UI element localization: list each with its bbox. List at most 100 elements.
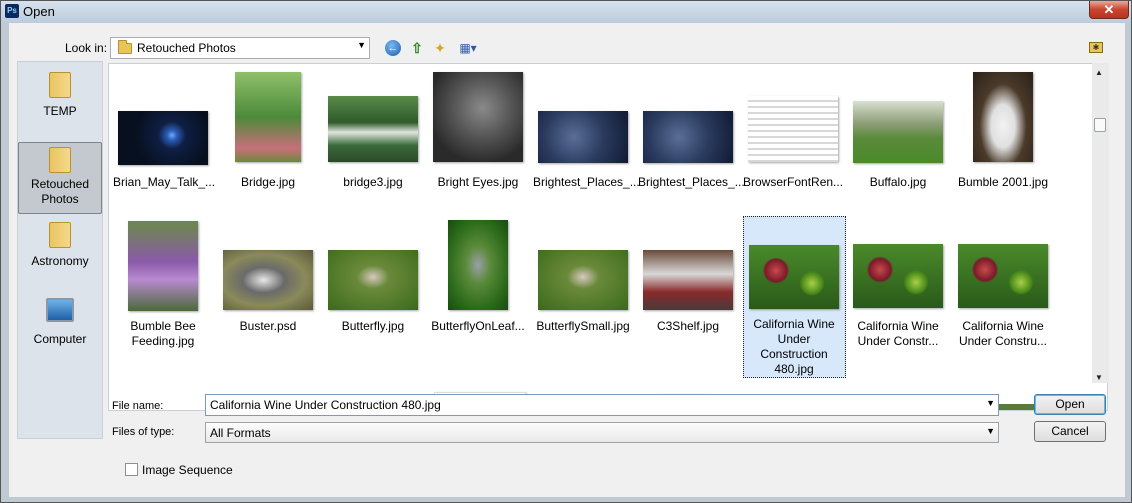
files-of-type-dropdown[interactable]: All Formats ▼ <box>205 422 999 443</box>
file-name: ButterflyOnLeaf... <box>431 319 525 333</box>
file-item[interactable]: ButterflyOnLeaf... <box>428 216 528 381</box>
file-name: California Wine Under Constr... <box>857 319 939 348</box>
place-retouched-photos[interactable]: Retouched Photos <box>18 142 102 214</box>
file-name: Buffalo.jpg <box>869 175 927 189</box>
photoshop-app-icon: Ps <box>5 4 19 18</box>
file-thumbnail <box>643 111 733 163</box>
chevron-down-icon[interactable]: ▼ <box>986 398 995 408</box>
favorite-folder-icon[interactable]: ✱ <box>1089 42 1103 53</box>
file-name: Bright Eyes.jpg <box>437 175 519 189</box>
view-menu-icon[interactable]: ▦▾ <box>455 39 481 57</box>
files-of-type-label: Files of type: <box>112 426 175 438</box>
place-computer[interactable]: Computer <box>18 298 102 352</box>
file-name: C3Shelf.jpg <box>656 319 720 333</box>
file-item[interactable]: Bright Eyes.jpg <box>428 72 528 192</box>
close-button[interactable]: ✕ <box>1089 1 1129 19</box>
file-thumbnail <box>538 250 628 310</box>
chevron-down-icon: ▼ <box>357 40 366 50</box>
places-bar: TEMP Retouched Photos Astronomy Computer <box>17 61 103 439</box>
place-temp[interactable]: TEMP <box>18 70 102 124</box>
dialog-title: Open <box>23 4 55 19</box>
file-item[interactable]: Bumble 2001.jpg <box>953 72 1053 192</box>
look-in-label: Look in: <box>65 41 108 55</box>
file-item[interactable]: Brightest_Places_... <box>533 72 640 192</box>
file-name: Brightest_Places_... <box>638 175 745 189</box>
place-label: Computer <box>33 332 87 346</box>
files-of-type-value: All Formats <box>210 426 271 440</box>
file-item[interactable]: Brian_May_Talk_... <box>113 72 216 192</box>
file-name-value: California Wine Under Construction 480.j… <box>210 398 441 412</box>
file-thumbnail <box>973 72 1033 162</box>
folder-icon <box>118 40 132 54</box>
file-item[interactable]: ButterflySmall.jpg <box>533 216 633 381</box>
file-item[interactable]: BrowserFontRen... <box>743 72 843 192</box>
chevron-down-icon: ▼ <box>986 426 995 436</box>
open-dialog: Ps Open ✕ Look in: Retouched Photos ▼ ← … <box>0 0 1132 503</box>
place-label: Retouched Photos <box>30 177 90 206</box>
scroll-down-icon[interactable]: ▼ <box>1095 373 1103 382</box>
file-name: BrowserFontRen... <box>743 175 844 189</box>
file-name: ButterflySmall.jpg <box>536 319 630 333</box>
file-thumbnail <box>433 72 523 162</box>
image-sequence-label: Image Sequence <box>142 463 233 477</box>
file-name: Bumble 2001.jpg <box>957 175 1049 189</box>
title-bar: Ps Open ✕ <box>1 1 1131 23</box>
file-name-label: File name: <box>112 400 164 412</box>
computer-icon <box>46 298 74 322</box>
file-name: Bumble Bee Feeding.jpg <box>130 319 196 348</box>
place-label: TEMP <box>43 104 77 118</box>
image-sequence-option[interactable]: Image Sequence <box>125 463 233 477</box>
file-name: Brian_May_Talk_... <box>113 175 216 189</box>
up-folder-icon[interactable]: ⇧ <box>408 39 426 57</box>
file-thumbnail <box>538 111 628 163</box>
image-sequence-checkbox[interactable] <box>125 463 138 476</box>
file-name: California Wine Under Constru... <box>958 319 1048 348</box>
scrollbar-thumb[interactable] <box>1094 118 1106 132</box>
file-list[interactable]: Brian_May_Talk_... Bridge.jpg bridge3.jp… <box>108 63 1108 411</box>
place-label: Astronomy <box>31 254 89 268</box>
scroll-up-icon[interactable]: ▲ <box>1095 68 1103 77</box>
dialog-body: Look in: Retouched Photos ▼ ← ⇧ ✦ ▦▾ ✱ T… <box>9 23 1125 497</box>
open-button[interactable]: Open <box>1034 394 1106 415</box>
file-name: California Wine Under Construction 480.j… <box>753 317 835 376</box>
file-thumbnail <box>328 250 418 310</box>
file-item[interactable]: Bridge.jpg <box>218 72 318 192</box>
folder-icon <box>49 147 71 173</box>
file-item[interactable]: Brightest_Places_... <box>638 72 745 192</box>
file-item[interactable]: Buffalo.jpg <box>848 72 948 192</box>
file-name: Bridge.jpg <box>240 175 296 189</box>
file-thumbnail <box>235 72 301 162</box>
new-folder-icon[interactable]: ✦ <box>431 39 449 57</box>
place-astronomy[interactable]: Astronomy <box>18 222 102 276</box>
file-item[interactable]: bridge3.jpg <box>323 72 423 192</box>
file-item[interactable]: C3Shelf.jpg <box>638 216 738 381</box>
file-item[interactable]: Bumble Bee Feeding.jpg <box>113 216 213 381</box>
file-thumbnail <box>118 111 208 165</box>
file-name: Brightest_Places_... <box>533 175 640 189</box>
cancel-button[interactable]: Cancel <box>1034 421 1106 442</box>
folder-icon <box>49 222 71 248</box>
file-name: bridge3.jpg <box>343 175 403 189</box>
folder-icon <box>49 72 71 98</box>
vertical-scrollbar[interactable] <box>1092 63 1109 383</box>
back-icon[interactable]: ← <box>385 40 401 56</box>
file-thumbnail <box>128 221 198 311</box>
look-in-dropdown[interactable]: Retouched Photos ▼ <box>110 37 370 59</box>
look-in-value: Retouched Photos <box>137 41 236 55</box>
file-name: Buster.psd <box>239 319 297 333</box>
file-thumbnail <box>643 250 733 310</box>
file-thumbnail <box>448 220 508 310</box>
file-thumbnail <box>328 96 418 162</box>
file-item-selected[interactable]: California Wine Under Construction 480.j… <box>743 216 846 378</box>
file-thumbnail <box>958 244 1048 308</box>
file-item[interactable]: California Wine Under Constr... <box>848 216 948 381</box>
file-thumbnail <box>223 250 313 310</box>
file-name-input[interactable]: California Wine Under Construction 480.j… <box>205 394 999 416</box>
file-item[interactable]: Butterfly.jpg <box>323 216 423 381</box>
file-item[interactable]: California Wine Under Constru... <box>953 216 1053 381</box>
file-name: Butterfly.jpg <box>341 319 405 333</box>
file-thumbnail <box>748 96 838 162</box>
file-item[interactable]: Buster.psd <box>218 216 318 381</box>
file-thumbnail <box>853 101 943 163</box>
file-thumbnail <box>749 245 839 309</box>
